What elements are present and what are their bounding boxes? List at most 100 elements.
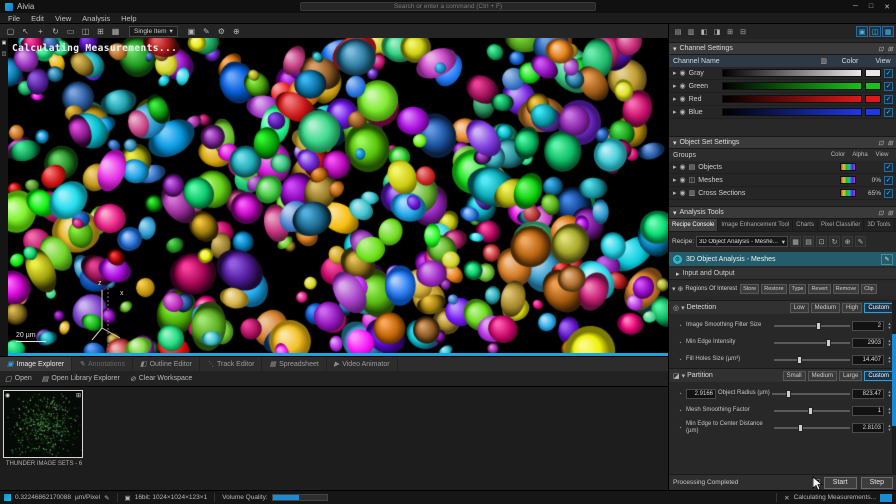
channel-row-green[interactable]: ▸ ◉ Green ✓ bbox=[669, 80, 896, 93]
snapshot-icon[interactable]: ▣ bbox=[185, 26, 198, 37]
remove-panel-icon[interactable]: ⊟ bbox=[737, 26, 749, 37]
step-button[interactable]: Step bbox=[860, 476, 893, 489]
panel-scrollbar[interactable] bbox=[892, 300, 896, 476]
preset-high-button[interactable]: High bbox=[841, 302, 863, 313]
param-value[interactable]: 1 bbox=[852, 405, 884, 416]
recipe-reload-icon[interactable]: ↻ bbox=[829, 236, 841, 247]
tab-charts[interactable]: Charts bbox=[793, 219, 818, 231]
layout-grid-icon[interactable]: ⊞ bbox=[94, 26, 107, 37]
chevron-right-icon[interactable]: ▸ bbox=[673, 82, 677, 90]
view-layout1-icon[interactable]: ▣ bbox=[856, 26, 868, 37]
step-down-icon[interactable]: ▼ bbox=[888, 410, 892, 415]
minimize-icon[interactable]: ─ bbox=[853, 3, 858, 10]
add-panel-icon[interactable]: ⊞ bbox=[724, 26, 736, 37]
close-icon[interactable]: ✕ bbox=[884, 3, 890, 11]
library-thumbnail[interactable]: ◉ ⊞ bbox=[3, 390, 83, 458]
preset-custom-button[interactable]: Custom bbox=[864, 302, 893, 313]
chevron-down-icon[interactable]: ▾ bbox=[681, 304, 685, 312]
param-value[interactable]: 14.407 bbox=[852, 354, 884, 365]
channel-row-red[interactable]: ▸ ◉ Red ✓ bbox=[669, 93, 896, 106]
popout-icon[interactable]: ⊞ bbox=[888, 45, 893, 53]
objectset-row-meshes[interactable]: ▸ ◉ ◫ Meshes 0% ✓ bbox=[669, 174, 896, 187]
channel-color-swatch[interactable] bbox=[865, 108, 881, 116]
param-slider[interactable] bbox=[774, 355, 850, 365]
tab-image-explorer[interactable]: ▣ Image Explorer bbox=[0, 357, 73, 371]
objectset-row-cross-sections[interactable]: ▸ ◉ ▥ Cross Sections 65% ✓ bbox=[669, 187, 896, 200]
eye-icon[interactable]: ◉ bbox=[680, 163, 686, 171]
channel-color-swatch[interactable] bbox=[865, 95, 881, 103]
chevron-right-icon[interactable]: ▸ bbox=[673, 176, 677, 184]
half-left-icon[interactable]: ◧ bbox=[698, 26, 710, 37]
param-value[interactable]: 823.47 bbox=[852, 388, 884, 399]
annotate-icon[interactable]: ✎ bbox=[200, 26, 213, 37]
view-layout3-icon[interactable]: ▦ bbox=[882, 26, 894, 37]
channel-view-checkbox[interactable]: ✓ bbox=[884, 81, 893, 91]
channel-view-checkbox[interactable]: ✓ bbox=[884, 94, 893, 104]
step-down-icon[interactable]: ▼ bbox=[888, 325, 892, 330]
pointer-tool-icon[interactable]: ↖ bbox=[19, 26, 32, 37]
popout-icon[interactable]: ⊞ bbox=[888, 139, 893, 147]
channel-histogram[interactable] bbox=[721, 82, 862, 90]
recipe-title-bar[interactable]: ⚙ 3D Object Analysis - Meshes ✎ bbox=[669, 252, 896, 266]
chevron-down-icon[interactable]: ▾ bbox=[682, 372, 686, 380]
recipe-edit-icon[interactable]: ✎ bbox=[855, 236, 867, 247]
layout-split-icon[interactable]: ◫ bbox=[79, 26, 92, 37]
channel-view-checkbox[interactable]: ✓ bbox=[884, 107, 893, 117]
recipe-pin-icon[interactable]: ⊡ bbox=[816, 236, 828, 247]
channel-settings-header[interactable]: ▾ Channel Settings ⊡ ⊞ bbox=[669, 42, 896, 55]
param-value[interactable]: 2903 bbox=[852, 337, 884, 348]
recipe-save-icon[interactable]: ▦ bbox=[790, 236, 802, 247]
menu-view[interactable]: View bbox=[55, 14, 71, 23]
preset-medium-button[interactable]: Medium bbox=[807, 370, 837, 381]
channel-histogram[interactable] bbox=[721, 95, 862, 103]
cancel-task-icon[interactable]: ✕ bbox=[784, 494, 789, 502]
tab-recipe-console[interactable]: Recipe Console bbox=[669, 219, 719, 231]
object-set-settings-header[interactable]: ▾ Object Set Settings ⊡ ⊞ bbox=[669, 136, 896, 149]
param-value[interactable]: 2.8103 bbox=[852, 422, 884, 433]
popout-icon[interactable]: ⊞ bbox=[888, 209, 893, 217]
preset-medium-button[interactable]: Medium bbox=[810, 302, 840, 313]
step-down-icon[interactable]: ▼ bbox=[888, 393, 892, 398]
eye-icon[interactable]: ◉ bbox=[680, 69, 686, 77]
roi-clip-button[interactable]: Clip bbox=[861, 284, 877, 294]
roi-restore-button[interactable]: Restore bbox=[761, 284, 787, 294]
step-down-icon[interactable]: ▼ bbox=[888, 342, 892, 347]
alpha-value[interactable]: 65% bbox=[859, 190, 881, 197]
tab-pixel-classifier[interactable]: Pixel Classifier bbox=[818, 219, 865, 231]
view-checkbox[interactable]: ✓ bbox=[884, 188, 893, 198]
color-map-chip[interactable] bbox=[840, 176, 856, 184]
detection-header[interactable]: ◎ ▾ Detection Low Medium High Custom bbox=[669, 300, 896, 314]
param-slider[interactable] bbox=[772, 389, 850, 399]
param-value[interactable]: 2 bbox=[852, 320, 884, 331]
recipe-add-icon[interactable]: ⊕ bbox=[842, 236, 854, 247]
clear-workspace-button[interactable]: ⊘ Clear Workspace bbox=[130, 375, 192, 383]
pin-icon[interactable]: ⊡ bbox=[878, 45, 883, 53]
roi-remove-button[interactable]: Remove bbox=[832, 284, 860, 294]
tab-3d-tools[interactable]: 3D Tools bbox=[864, 219, 895, 231]
chevron-right-icon[interactable]: ▸ bbox=[673, 69, 677, 77]
popout-icon[interactable]: ⊞ bbox=[76, 392, 81, 399]
tab-annotations[interactable]: ✎ Annotations bbox=[72, 357, 133, 371]
eye-icon[interactable]: ◉ bbox=[680, 189, 686, 197]
channel-row-blue[interactable]: ▸ ◉ Blue ✓ bbox=[669, 106, 896, 119]
settings-icon[interactable]: ⚙ bbox=[215, 26, 228, 37]
preset-custom-button[interactable]: Custom bbox=[864, 370, 893, 381]
menu-help[interactable]: Help bbox=[121, 14, 136, 23]
step-down-icon[interactable]: ▼ bbox=[888, 427, 892, 432]
panel-icon[interactable]: ◫ bbox=[2, 51, 7, 57]
view-checkbox[interactable]: ✓ bbox=[884, 175, 893, 185]
recipe-open-icon[interactable]: ▤ bbox=[803, 236, 815, 247]
layout-quad-icon[interactable]: ▦ bbox=[109, 26, 122, 37]
recipe-select[interactable]: 3D Object Analysis - Meshe... ▾ bbox=[696, 236, 789, 247]
chevron-down-icon[interactable]: ▾ bbox=[672, 285, 676, 293]
alpha-value[interactable]: 0% bbox=[859, 177, 881, 184]
input-output-row[interactable]: ▸ Input and Output bbox=[669, 268, 896, 280]
channel-row-gray[interactable]: ▸ ◉ Gray ✓ bbox=[669, 67, 896, 80]
view-checkbox[interactable]: ✓ bbox=[884, 162, 893, 172]
eye-icon[interactable]: ◉ bbox=[680, 108, 686, 116]
menu-edit[interactable]: Edit bbox=[31, 14, 44, 23]
command-search-input[interactable] bbox=[300, 2, 596, 11]
tab-track-editor[interactable]: ⋱ Track Editor bbox=[200, 357, 263, 371]
eye-icon[interactable]: ◉ bbox=[680, 176, 686, 184]
channel-histogram[interactable] bbox=[721, 69, 862, 77]
